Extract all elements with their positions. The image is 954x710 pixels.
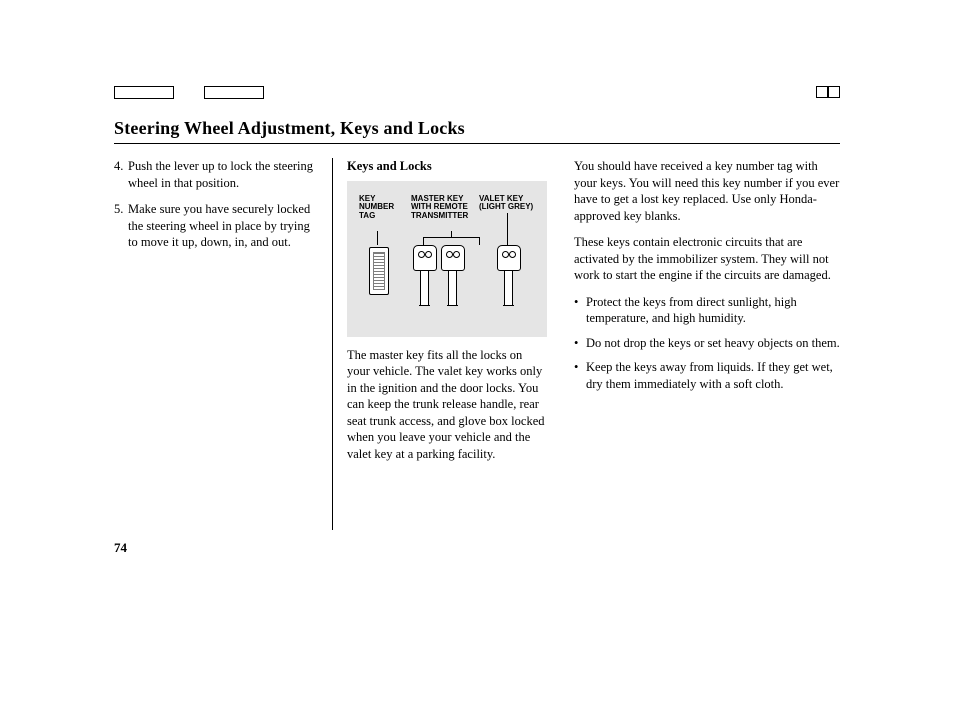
step-number: 5. bbox=[114, 201, 128, 251]
step-item: 4. Push the lever up to lock the steerin… bbox=[114, 158, 318, 191]
page-number: 74 bbox=[114, 540, 127, 556]
column-divider bbox=[332, 162, 333, 530]
step-number: 4. bbox=[114, 158, 128, 191]
paragraph: You should have received a key number ta… bbox=[574, 158, 840, 224]
column-1: 4. Push the lever up to lock the steerin… bbox=[114, 158, 332, 472]
crop-box bbox=[828, 86, 840, 98]
crop-box bbox=[114, 86, 174, 99]
step-item: 5. Make sure you have securely locked th… bbox=[114, 201, 318, 251]
paragraph: These keys contain electronic circuits t… bbox=[574, 234, 840, 284]
bullet-list: Protect the keys from direct sunlight, h… bbox=[574, 294, 840, 393]
bullet-item: Protect the keys from direct sunlight, h… bbox=[574, 294, 840, 327]
page-title: Steering Wheel Adjustment, Keys and Lock… bbox=[114, 118, 840, 143]
bullet-item: Keep the keys away from liquids. If they… bbox=[574, 359, 840, 392]
master-key-icon bbox=[413, 245, 435, 306]
column-3: You should have received a key number ta… bbox=[560, 158, 840, 472]
valet-key-icon bbox=[497, 245, 519, 306]
crop-box bbox=[816, 86, 828, 98]
crop-box bbox=[204, 86, 264, 99]
columns: 4. Push the lever up to lock the steerin… bbox=[114, 158, 840, 472]
step-text: Push the lever up to lock the steering w… bbox=[128, 158, 318, 191]
column-2: Keys and Locks KEY NUMBER TAG MASTER KEY… bbox=[332, 158, 560, 472]
bullet-item: Do not drop the keys or set heavy object… bbox=[574, 335, 840, 352]
page-content: Steering Wheel Adjustment, Keys and Lock… bbox=[114, 84, 840, 472]
master-key-icon bbox=[441, 245, 463, 306]
paragraph: The master key fits all the locks on you… bbox=[347, 347, 546, 463]
keys-figure: KEY NUMBER TAG MASTER KEY WITH REMOTE TR… bbox=[347, 181, 547, 337]
title-rule bbox=[114, 143, 840, 144]
crop-marks bbox=[114, 84, 840, 102]
step-text: Make sure you have securely locked the s… bbox=[128, 201, 318, 251]
key-number-tag-icon bbox=[369, 247, 389, 295]
section-heading: Keys and Locks bbox=[347, 158, 546, 175]
